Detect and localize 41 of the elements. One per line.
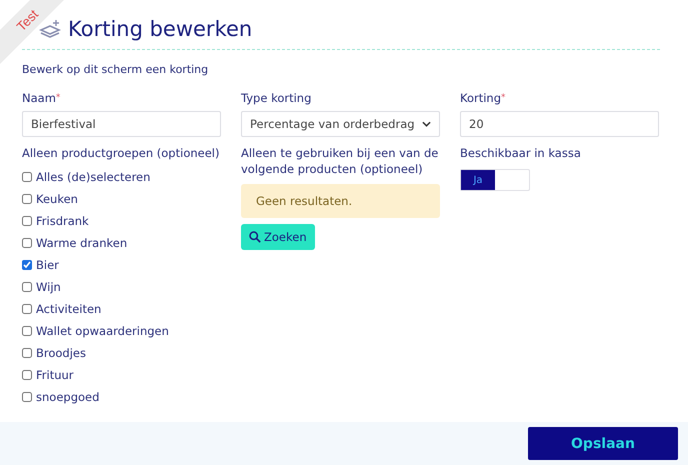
checkbox[interactable]: [22, 282, 32, 292]
search-button[interactable]: Zoeken: [241, 224, 315, 250]
checkbox[interactable]: [22, 260, 32, 270]
checkbox[interactable]: [22, 194, 32, 204]
page-title: Korting bewerken: [68, 17, 252, 41]
field-label: Alleen te gebruiken bij een van de volgende producten (optioneel): [241, 145, 440, 177]
chevron-down-icon: [422, 121, 431, 127]
save-button[interactable]: Opslaan: [528, 427, 678, 460]
field-label: Type korting: [241, 90, 312, 106]
checkbox[interactable]: [22, 370, 32, 380]
search-icon: [249, 231, 261, 243]
checkbox-label: Broodjes: [36, 346, 86, 360]
checkbox[interactable]: [22, 326, 32, 336]
checkbox-label: Alles (de)selecteren: [36, 170, 150, 184]
empty-notice: Geen resultaten.: [241, 184, 440, 218]
checkbox-label: Keuken: [36, 192, 78, 206]
name-field[interactable]: Bierfestival: [22, 111, 221, 137]
stack-icon: [38, 18, 62, 40]
checkbox-label: Wallet opwaarderingen: [36, 324, 169, 338]
discount-field[interactable]: 20: [460, 111, 659, 137]
checkbox[interactable]: [22, 304, 32, 314]
checkbox[interactable]: [22, 238, 32, 248]
checkbox[interactable]: [22, 392, 32, 402]
field-label: Naam*: [22, 90, 60, 106]
checkbox-label: Frituur: [36, 368, 74, 382]
checkbox-label: snoepgoed: [36, 390, 100, 404]
page-subtitle: Bewerk op dit scherm een korting: [21, 62, 210, 76]
checkbox-label: Frisdrank: [36, 214, 89, 228]
checkbox[interactable]: [22, 348, 32, 358]
checkbox-label: Bier: [36, 258, 59, 272]
ribbon-label: Test: [13, 6, 41, 34]
discount-type-dropdown[interactable]: Percentage van orderbedrag: [241, 111, 440, 137]
field-label: Korting*: [460, 90, 506, 106]
field-label: Beschikbaar in kassa: [460, 145, 581, 161]
checkbox-label: Activiteiten: [36, 302, 102, 316]
toggle-switch[interactable]: Ja: [460, 169, 530, 191]
checkbox[interactable]: [22, 172, 32, 182]
field-label: Alleen productgroepen (optioneel): [22, 145, 220, 161]
checkbox[interactable]: [22, 216, 32, 226]
checkbox-label: Warme dranken: [36, 236, 128, 250]
checkbox-label: Wijn: [36, 280, 61, 294]
